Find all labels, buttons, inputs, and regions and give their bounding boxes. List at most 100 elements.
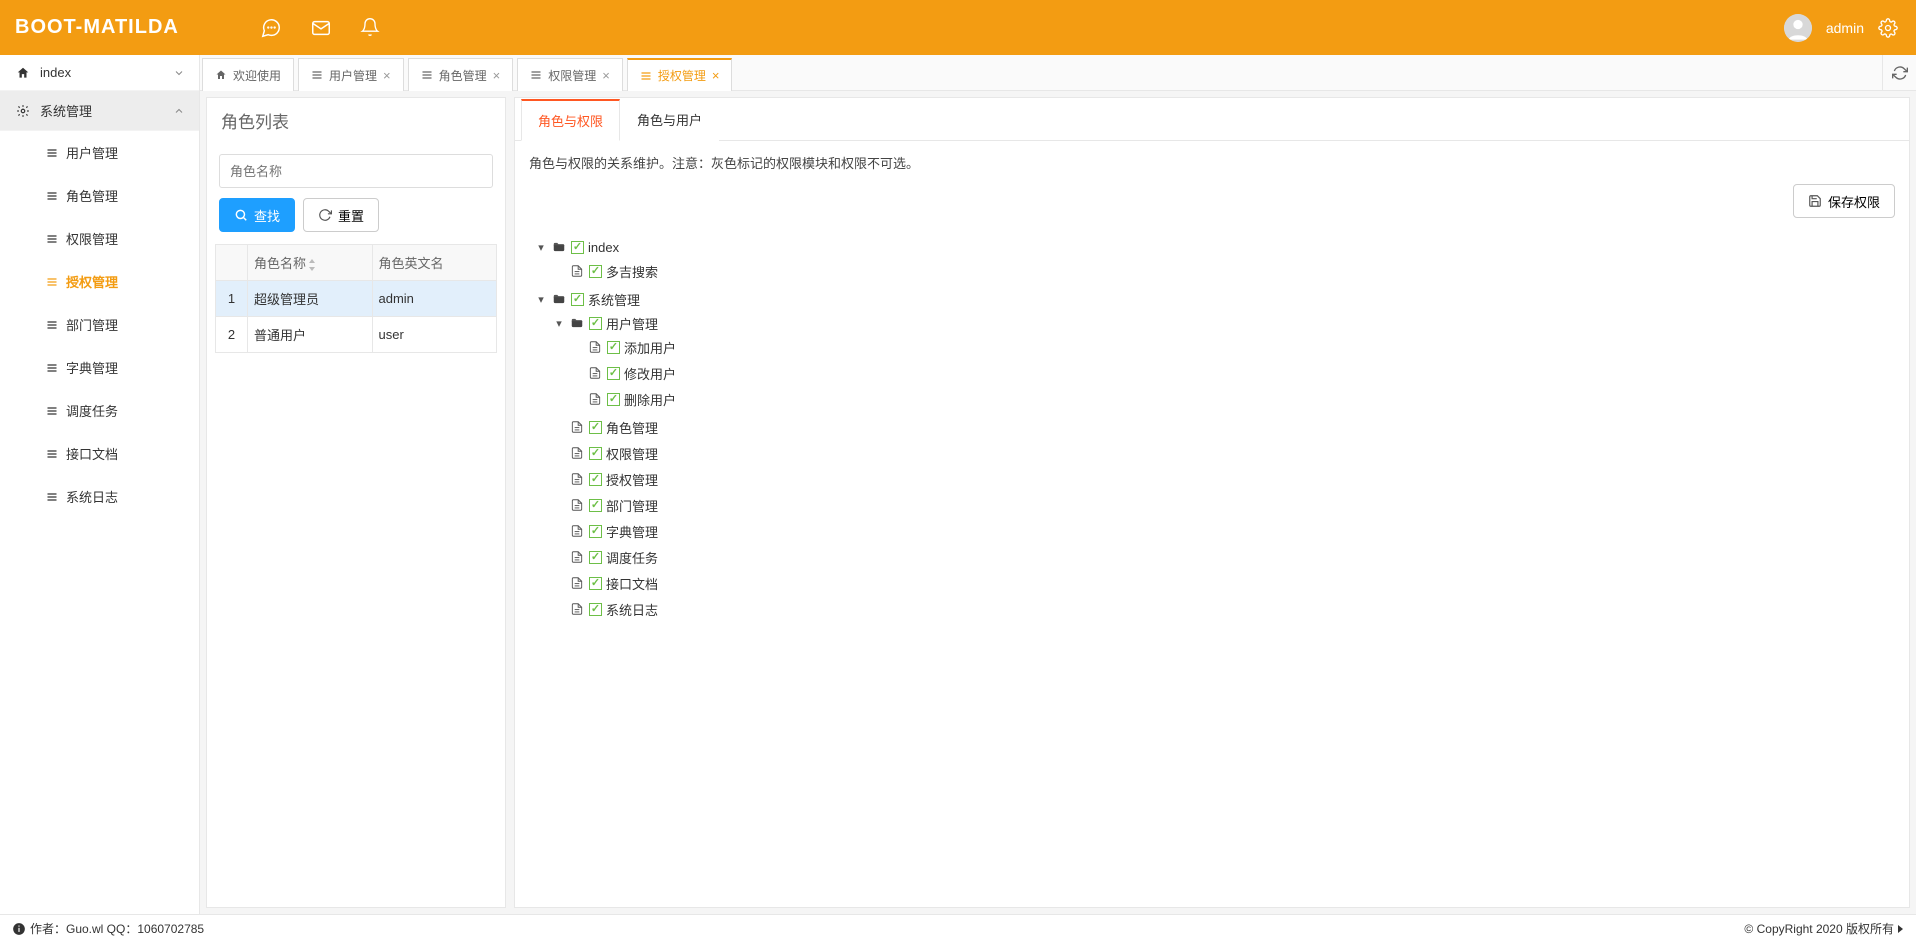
checkbox[interactable] [589, 577, 602, 590]
tree-node[interactable]: 角色管理 [553, 416, 1895, 438]
col-name[interactable]: 角色名称 [248, 245, 373, 281]
sidebar-item-index[interactable]: index [0, 55, 199, 91]
menu-icon [311, 69, 323, 81]
pane-title: 角色列表 [207, 98, 505, 144]
mail-icon[interactable] [310, 17, 332, 39]
tab-0[interactable]: 欢迎使用 [202, 58, 294, 91]
tree-node[interactable]: 添加用户 [571, 336, 1895, 358]
sidebar-item-label: 部门管理 [66, 315, 118, 334]
table-row[interactable]: 2普通用户user [216, 317, 497, 353]
tree-label: 用户管理 [606, 314, 658, 333]
sidebar-item-label: 接口文档 [66, 444, 118, 463]
tree-node[interactable]: 修改用户 [571, 362, 1895, 384]
tab-2[interactable]: 角色管理× [408, 58, 514, 91]
subtab-role-permission[interactable]: 角色与权限 [521, 99, 620, 141]
tree-node[interactable]: 调度任务 [553, 546, 1895, 568]
collapse-icon[interactable]: ▾ [553, 317, 565, 330]
chat-icon[interactable] [260, 17, 282, 39]
checkbox[interactable] [589, 551, 602, 564]
subtab-role-user[interactable]: 角色与用户 [620, 99, 719, 141]
checkbox[interactable] [571, 293, 584, 306]
username[interactable]: admin [1826, 20, 1864, 36]
sidebar-item-2[interactable]: 权限管理 [0, 217, 199, 260]
file-icon [569, 446, 585, 460]
checkbox[interactable] [589, 265, 602, 278]
close-icon[interactable]: × [712, 69, 720, 82]
checkbox[interactable] [589, 421, 602, 434]
tree-node[interactable]: 权限管理 [553, 442, 1895, 464]
close-icon[interactable]: × [602, 69, 610, 82]
tree-node[interactable]: 多吉搜索 [553, 260, 1895, 282]
sidebar-item-system[interactable]: 系统管理 [0, 91, 199, 131]
col-idx[interactable] [216, 245, 248, 281]
tree-label: 授权管理 [606, 470, 658, 489]
tree-node[interactable]: ▾index [535, 236, 1895, 258]
checkbox[interactable] [589, 317, 602, 330]
sidebar-item-label: 字典管理 [66, 358, 118, 377]
checkbox[interactable] [589, 473, 602, 486]
menu-icon [46, 448, 58, 460]
tree-node[interactable]: 删除用户 [571, 388, 1895, 410]
sidebar-item-5[interactable]: 字典管理 [0, 346, 199, 389]
tab-1[interactable]: 用户管理× [298, 58, 404, 91]
tab-label: 权限管理 [548, 67, 596, 84]
sidebar-item-8[interactable]: 系统日志 [0, 475, 199, 518]
role-name-input[interactable] [219, 154, 493, 188]
tree-label: 系统管理 [588, 290, 640, 309]
tab-4[interactable]: 授权管理× [627, 58, 733, 91]
checkbox[interactable] [589, 447, 602, 460]
checkbox[interactable] [589, 525, 602, 538]
bell-icon[interactable] [360, 17, 380, 39]
tree-node[interactable]: 授权管理 [553, 468, 1895, 490]
footer-left: 作者：Guo.wl QQ：1060702785 [30, 920, 204, 937]
avatar[interactable] [1784, 14, 1812, 42]
col-en[interactable]: 角色英文名 [372, 245, 497, 281]
checkbox[interactable] [571, 241, 584, 254]
tree-node[interactable]: 系统日志 [553, 598, 1895, 620]
info-icon [12, 922, 26, 936]
save-permission-button[interactable]: 保存权限 [1793, 184, 1895, 218]
caret-right-icon[interactable] [1896, 924, 1904, 934]
sidebar-item-label: 系统管理 [40, 101, 92, 120]
close-icon[interactable]: × [383, 69, 391, 82]
close-icon[interactable]: × [493, 69, 501, 82]
sidebar-item-3[interactable]: 授权管理 [0, 260, 199, 303]
sidebar-item-label: index [40, 65, 71, 80]
menu-icon [421, 69, 433, 81]
tree-node[interactable]: 部门管理 [553, 494, 1895, 516]
checkbox[interactable] [589, 603, 602, 616]
search-button[interactable]: 查找 [219, 198, 295, 232]
tree-node[interactable]: ▾ 用户管理 [553, 312, 1895, 334]
reset-button[interactable]: 重置 [303, 198, 379, 232]
checkbox[interactable] [589, 499, 602, 512]
tree-label: 部门管理 [606, 496, 658, 515]
checkbox[interactable] [607, 393, 620, 406]
sidebar-item-1[interactable]: 角色管理 [0, 174, 199, 217]
tree-node[interactable]: ▾ 系统管理 [535, 288, 1895, 310]
sidebar-item-6[interactable]: 调度任务 [0, 389, 199, 432]
tab-label: 欢迎使用 [233, 67, 281, 84]
tree-label: 添加用户 [624, 338, 676, 357]
checkbox[interactable] [607, 367, 620, 380]
sidebar-item-0[interactable]: 用户管理 [0, 131, 199, 174]
checkbox[interactable] [607, 341, 620, 354]
menu-icon [46, 405, 58, 417]
gear-icon[interactable] [1878, 18, 1898, 38]
sidebar-item-4[interactable]: 部门管理 [0, 303, 199, 346]
tree-node[interactable]: 字典管理 [553, 520, 1895, 542]
tab-3[interactable]: 权限管理 × [517, 58, 623, 91]
refresh-button[interactable] [1882, 55, 1916, 90]
collapse-icon[interactable]: ▾ [535, 241, 547, 254]
menu-icon [46, 362, 58, 374]
folder-icon [569, 316, 585, 330]
file-icon [587, 340, 603, 354]
tree-node[interactable]: 接口文档 [553, 572, 1895, 594]
cell-name: 普通用户 [248, 317, 373, 353]
tree-label: 调度任务 [606, 548, 658, 567]
chevron-down-icon [173, 67, 185, 79]
collapse-icon[interactable]: ▾ [535, 293, 547, 306]
sidebar-item-7[interactable]: 接口文档 [0, 432, 199, 475]
gear-icon [14, 104, 32, 118]
table-row[interactable]: 1超级管理员admin [216, 281, 497, 317]
brand: BOOT-MATILDA [0, 16, 200, 39]
